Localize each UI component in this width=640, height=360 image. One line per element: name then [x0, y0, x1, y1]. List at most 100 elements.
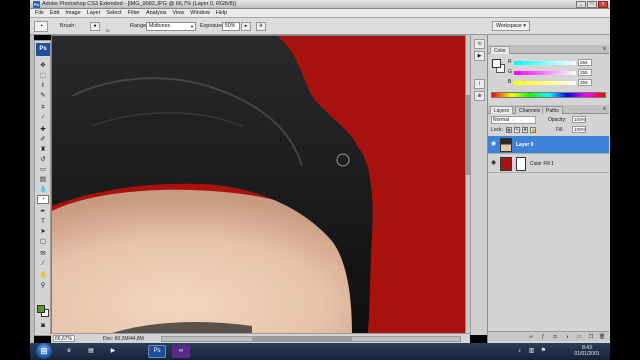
tab-paths[interactable]: Paths	[542, 106, 563, 114]
layer-mask-thumbnail[interactable]	[516, 157, 526, 171]
red-value-input[interactable]: 255	[578, 59, 592, 66]
range-select[interactable]: Midtones ▼	[146, 22, 196, 31]
marquee-icon[interactable]: ⬚	[37, 71, 49, 80]
menu-analysis[interactable]: Analysis	[143, 9, 169, 18]
close-button[interactable]: x	[598, 1, 608, 8]
blur-icon[interactable]: 💧	[37, 185, 49, 194]
layer-row[interactable]: ◉ Color Fill 1	[488, 155, 609, 173]
shape-icon[interactable]: ▢	[37, 237, 49, 246]
notes-icon[interactable]: ✉	[37, 249, 49, 258]
red-slider[interactable]	[514, 61, 576, 65]
menu-view[interactable]: View	[169, 9, 187, 18]
layers-panel-footer: ∞ ƒ ◘ ◑ ▭ ❐ 🗑	[488, 331, 609, 341]
lock-pixels-icon[interactable]: ✎	[514, 127, 520, 133]
layer-name[interactable]: Layer 0	[516, 142, 534, 148]
blue-slider[interactable]	[514, 81, 576, 85]
horizontal-scrollbar[interactable]	[161, 336, 461, 342]
eye-icon[interactable]: ◉	[490, 160, 497, 167]
quick-mask-icon[interactable]: ◙	[37, 321, 49, 330]
zoom-icon[interactable]: ⚲	[37, 281, 49, 290]
blue-value-input[interactable]: 255	[578, 79, 592, 86]
adjustment-layer-icon[interactable]: ◑	[564, 334, 570, 340]
slice-icon[interactable]: ∕	[37, 113, 49, 122]
lasso-icon[interactable]: ℓ	[37, 81, 49, 90]
document-size-info[interactable]: Doc: 60,2M/44,8M	[103, 336, 144, 342]
layer-style-icon[interactable]: ƒ	[540, 334, 546, 340]
history-brush-icon[interactable]: ↺	[37, 155, 49, 164]
menu-help[interactable]: Help	[213, 9, 230, 18]
new-layer-icon[interactable]: ❐	[588, 334, 594, 340]
gradient-icon[interactable]: ▤	[37, 175, 49, 184]
green-value-input[interactable]: 255	[578, 69, 592, 76]
path-select-icon[interactable]: ➤	[37, 227, 49, 236]
menu-image[interactable]: Image	[62, 9, 83, 18]
menu-filter[interactable]: Filter	[125, 9, 143, 18]
info-panel-icon[interactable]: i	[474, 79, 485, 89]
menu-select[interactable]: Select	[103, 9, 124, 18]
maximize-button[interactable]: □	[587, 1, 597, 8]
explorer-icon[interactable]: ▤	[82, 345, 100, 358]
eyedropper-icon[interactable]: ⁄	[37, 259, 49, 268]
crop-icon[interactable]: ⌗	[37, 103, 49, 112]
tool-preset-picker[interactable]: ◔	[34, 21, 48, 32]
lock-transparency-icon[interactable]: ▦	[506, 127, 512, 133]
exposure-slider-button[interactable]: ▸	[241, 22, 251, 31]
speaker-icon[interactable]: ♪	[516, 348, 523, 355]
photoshop-icon[interactable]: Ps	[148, 345, 166, 358]
image-canvas[interactable]	[52, 36, 465, 333]
eraser-icon[interactable]: ▭	[37, 165, 49, 174]
lock-all-icon[interactable]: 🔒	[530, 127, 536, 133]
tab-channels[interactable]: Channels	[515, 106, 545, 114]
airbrush-toggle[interactable]: ✈	[256, 22, 266, 31]
hand-icon[interactable]: ✋	[37, 271, 49, 280]
vs-icon[interactable]: ∞	[172, 345, 190, 358]
healing-icon[interactable]: ✚	[37, 125, 49, 134]
tab-color[interactable]: Color	[490, 46, 510, 54]
pen-icon[interactable]: ✒	[37, 207, 49, 216]
zoom-input[interactable]: 66,67%	[53, 335, 75, 342]
brush-icon[interactable]: ✐	[37, 135, 49, 144]
brush-picker[interactable]: ●	[90, 22, 100, 31]
layer-name[interactable]: Color Fill 1	[530, 161, 554, 167]
type-icon[interactable]: T	[37, 217, 49, 226]
ie-icon[interactable]: e	[60, 345, 78, 358]
minimize-button[interactable]: _	[576, 1, 586, 8]
color-spectrum-ramp[interactable]	[491, 92, 606, 98]
menu-window[interactable]: Window	[187, 9, 213, 18]
actions-panel-icon[interactable]: ▶	[474, 51, 485, 61]
scroll-thumb[interactable]	[252, 337, 352, 341]
link-layers-icon[interactable]: ∞	[528, 334, 534, 340]
exposure-input[interactable]: 50%	[222, 22, 240, 31]
fill-input[interactable]: 100%	[572, 126, 586, 133]
add-mask-icon[interactable]: ◘	[552, 334, 558, 340]
foreground-color-swatch[interactable]	[37, 305, 45, 313]
navigator-panel-icon[interactable]: ⊕	[474, 91, 485, 101]
airbrush-icon: ✈	[258, 23, 264, 29]
move-icon[interactable]: ✥	[37, 61, 49, 70]
flag-icon[interactable]: ⚑	[540, 348, 547, 355]
trash-icon[interactable]: 🗑	[599, 334, 605, 340]
panel-menu-icon[interactable]: ≡	[603, 106, 606, 112]
clone-stamp-icon[interactable]: ♜	[37, 145, 49, 154]
new-group-icon[interactable]: ▭	[576, 334, 582, 340]
eye-icon[interactable]: ◉	[490, 141, 497, 148]
workspace-button[interactable]: Workspace ▾	[492, 21, 530, 31]
clock[interactable]: 8:43 01/01/2001	[570, 345, 604, 357]
start-button[interactable]: ⊞	[36, 343, 52, 359]
burn-icon[interactable]: ◔	[37, 195, 49, 204]
history-panel-icon[interactable]: ⟲	[474, 39, 485, 49]
menu-layer[interactable]: Layer	[84, 9, 104, 18]
network-icon[interactable]: ▥	[528, 348, 535, 355]
opacity-input[interactable]: 100%	[572, 116, 586, 123]
menu-edit[interactable]: Edit	[47, 9, 62, 18]
media-icon[interactable]: ▶	[104, 345, 122, 358]
menu-file[interactable]: File	[32, 9, 47, 18]
blend-mode-select[interactable]: Normal	[491, 116, 536, 124]
foreground-color-swatch[interactable]	[492, 59, 501, 68]
lock-position-icon[interactable]: ✥	[522, 127, 528, 133]
green-slider[interactable]	[514, 71, 576, 75]
panel-menu-icon[interactable]: ≡	[603, 46, 606, 52]
layer-row[interactable]: ◉ Layer 0	[488, 136, 609, 154]
quick-select-icon[interactable]: ✎	[37, 91, 49, 100]
tab-layers[interactable]: Layers	[490, 106, 514, 114]
